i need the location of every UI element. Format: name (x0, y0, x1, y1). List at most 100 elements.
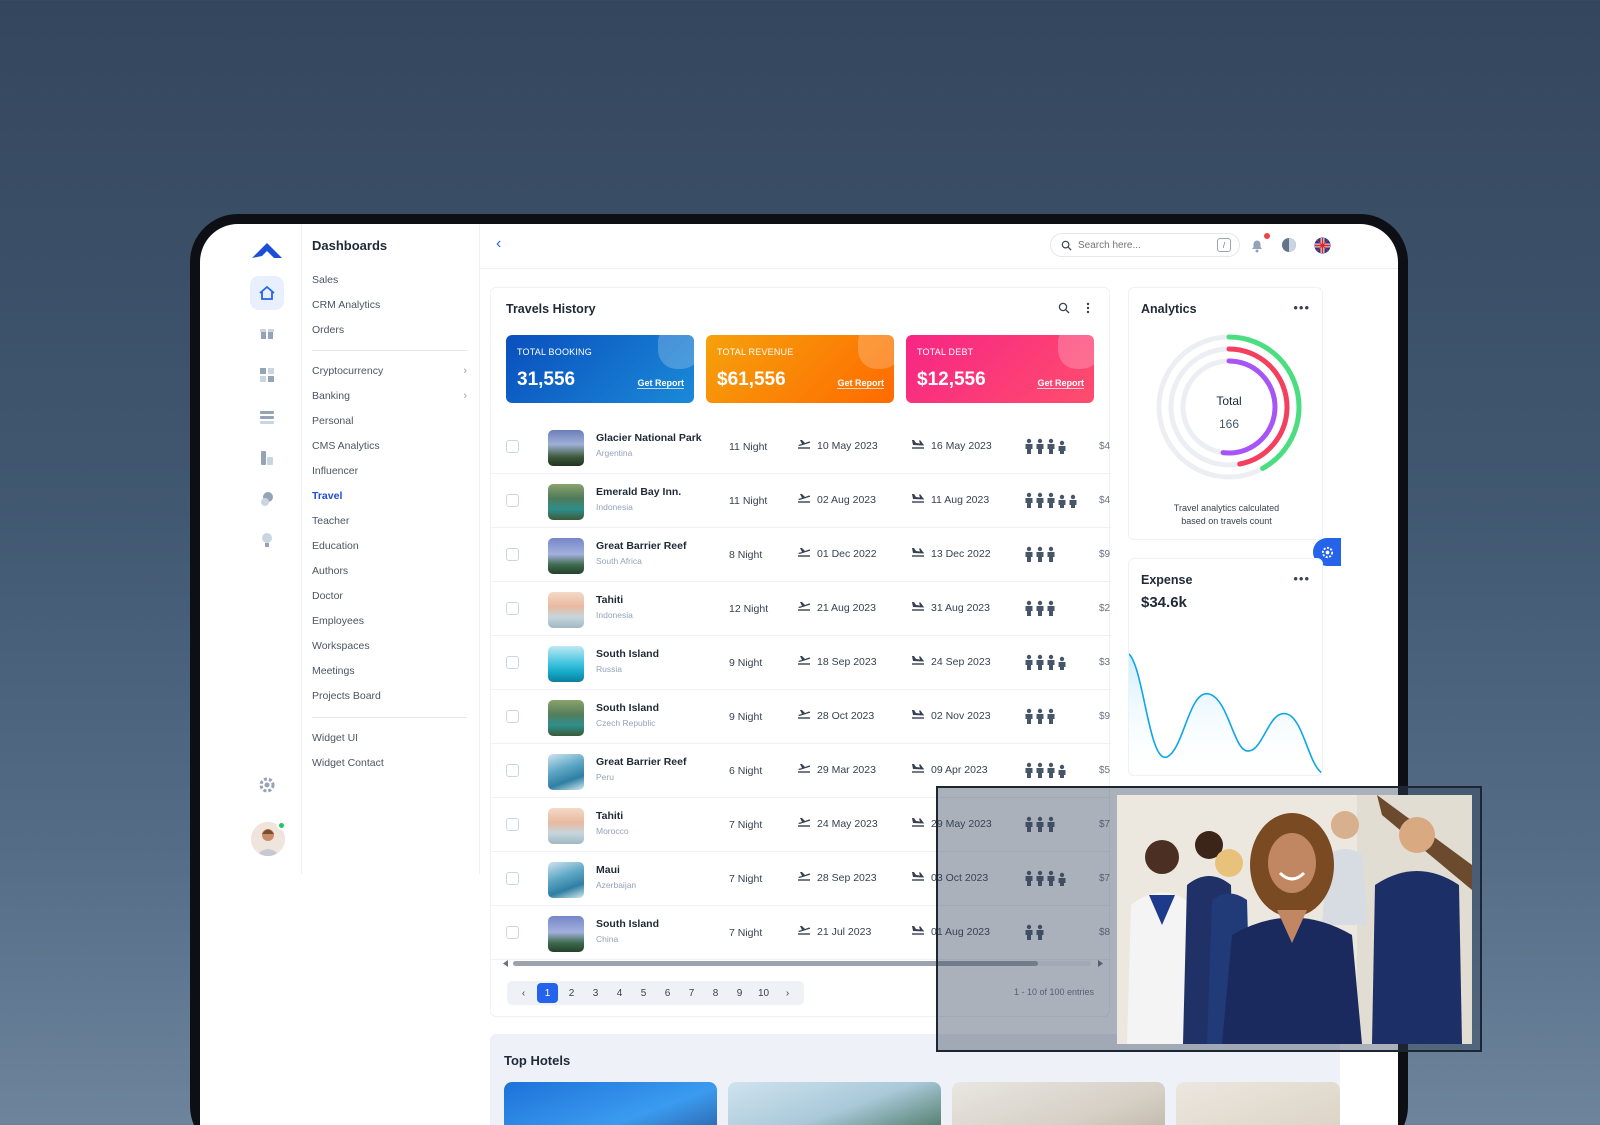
search-box[interactable]: / (1050, 233, 1240, 257)
tools-icon[interactable] (250, 441, 284, 475)
sidebar-item-meetings[interactable]: Meetings (312, 665, 467, 677)
sidebar-item-label: Travel (312, 490, 343, 502)
donut-total-value: 166 (1219, 417, 1239, 431)
circles-icon[interactable] (250, 482, 284, 516)
notification-dot (1264, 233, 1270, 239)
page-button-5[interactable]: 5 (633, 983, 654, 1003)
home-icon[interactable] (250, 276, 284, 310)
hotel-card-image[interactable] (728, 1082, 941, 1125)
destination-name: Glacier National Park (596, 432, 702, 444)
get-report-link[interactable]: Get Report (637, 378, 684, 389)
page-button-4[interactable]: 4 (609, 983, 630, 1003)
destination-thumbnail (548, 430, 584, 466)
sidebar-item-travel[interactable]: Travel (312, 490, 467, 502)
arrival-date: 16 May 2023 (911, 439, 992, 452)
row-checkbox[interactable] (506, 602, 519, 615)
arrival-date-text: 31 Aug 2023 (931, 601, 990, 614)
price: $9 (1099, 549, 1111, 560)
page-button-6[interactable]: 6 (657, 983, 678, 1003)
sidebar-item-workspaces[interactable]: Workspaces (312, 640, 467, 652)
plane-arrival-icon (911, 709, 925, 722)
sidebar-item-label: Influencer (312, 465, 359, 477)
sidebar-item-projects-board[interactable]: Projects Board (312, 690, 467, 702)
row-checkbox[interactable] (506, 440, 519, 453)
row-checkbox[interactable] (506, 926, 519, 939)
layers-icon[interactable] (250, 400, 284, 434)
page-button-10[interactable]: 10 (753, 983, 774, 1003)
back-icon[interactable]: ‹ (496, 235, 501, 253)
get-report-link[interactable]: Get Report (837, 378, 884, 389)
sidebar-item-banking[interactable]: Banking › (312, 390, 467, 402)
uk-flag-icon[interactable] (1313, 236, 1331, 254)
row-checkbox[interactable] (506, 818, 519, 831)
gear-icon[interactable] (250, 768, 284, 802)
sidebar-item-cms-analytics[interactable]: CMS Analytics (312, 440, 467, 452)
page-button-7[interactable]: 7 (681, 983, 702, 1003)
hotel-card-image[interactable] (952, 1082, 1165, 1125)
expense-value: $34.6k (1141, 594, 1187, 611)
sidebar-item-employees[interactable]: Employees (312, 615, 467, 627)
row-checkbox[interactable] (506, 764, 519, 777)
more-icon[interactable]: ••• (1293, 300, 1310, 315)
gift-icon[interactable] (250, 316, 284, 350)
plane-departure-icon (797, 925, 811, 938)
page-button-8[interactable]: 8 (705, 983, 726, 1003)
row-checkbox[interactable] (506, 494, 519, 507)
more-vertical-icon[interactable] (1086, 302, 1090, 314)
theme-toggle-icon[interactable] (1280, 236, 1298, 254)
page-button-9[interactable]: 9 (729, 983, 750, 1003)
table-row[interactable]: Great Barrier Reef South Africa 8 Night 01 … (491, 528, 1111, 582)
plane-arrival-icon (911, 925, 925, 938)
prev-page-button[interactable]: ‹ (513, 983, 534, 1003)
next-page-button[interactable]: › (777, 983, 798, 1003)
plane-departure-icon (797, 547, 811, 560)
departure-date: 24 May 2023 (797, 817, 878, 830)
nights-count: 12 Night (729, 603, 769, 615)
bell-icon[interactable] (1248, 236, 1266, 254)
table-row[interactable]: South Island Czech Republic 9 Night 28 Oct … (491, 690, 1111, 744)
price: $4 (1099, 441, 1111, 452)
page-button-2[interactable]: 2 (561, 983, 582, 1003)
grid-icon[interactable] (250, 358, 284, 392)
sidebar-item-authors[interactable]: Authors (312, 565, 467, 577)
sidebar-item-widget-ui[interactable]: Widget UI (312, 732, 467, 744)
stat-label: TOTAL REVENUE (717, 347, 794, 357)
table-row[interactable]: Tahiti Indonesia 12 Night 21 Aug 2023 31 Aug… (491, 582, 1111, 636)
row-checkbox[interactable] (506, 548, 519, 561)
sidebar-item-personal[interactable]: Personal (312, 415, 467, 427)
decorative-blob (1058, 335, 1094, 369)
sidebar-item-education[interactable]: Education (312, 540, 467, 552)
sidebar-item-cryptocurrency[interactable]: Cryptocurrency › (312, 365, 467, 377)
sidebar-item-teacher[interactable]: Teacher (312, 515, 467, 527)
more-icon[interactable]: ••• (1293, 571, 1310, 586)
table-row[interactable]: South Island Russia 9 Night 18 Sep 2023 24 S… (491, 636, 1111, 690)
hotel-card-image[interactable] (1176, 1082, 1340, 1125)
sidebar-item-crm-analytics[interactable]: CRM Analytics (312, 299, 467, 311)
page-button-1[interactable]: 1 (537, 983, 558, 1003)
sidebar-item-orders[interactable]: Orders (312, 324, 467, 336)
row-checkbox[interactable] (506, 872, 519, 885)
get-report-link[interactable]: Get Report (1037, 378, 1084, 389)
destination-thumbnail (548, 592, 584, 628)
table-row[interactable]: Emerald Bay Inn. Indonesia 11 Night 02 Aug … (491, 474, 1111, 528)
plane-departure-icon (797, 871, 811, 884)
row-checkbox[interactable] (506, 656, 519, 669)
price: $2 (1099, 603, 1111, 614)
sidebar-item-widget-contact[interactable]: Widget Contact (312, 757, 467, 769)
table-row[interactable]: Glacier National Park Argentina 11 Night 10… (491, 420, 1111, 474)
sidebar-item-sales[interactable]: Sales (312, 274, 467, 286)
search-input[interactable] (1078, 239, 1208, 251)
hotel-card-image[interactable] (504, 1082, 717, 1125)
price: $4 (1099, 495, 1111, 506)
destination-thumbnail (548, 808, 584, 844)
scroll-left-icon[interactable] (503, 960, 509, 967)
lightbulb-icon[interactable] (250, 523, 284, 557)
stat-card-total-debt: TOTAL DEBT $12,556 Get Report (906, 335, 1094, 403)
chevron-right-icon: › (463, 390, 467, 402)
sidebar-item-influencer[interactable]: Influencer (312, 465, 467, 477)
page-button-3[interactable]: 3 (585, 983, 606, 1003)
sidebar-item-doctor[interactable]: Doctor (312, 590, 467, 602)
search-icon[interactable] (1058, 302, 1070, 314)
sidebar-item-label: Sales (312, 274, 339, 286)
row-checkbox[interactable] (506, 710, 519, 723)
